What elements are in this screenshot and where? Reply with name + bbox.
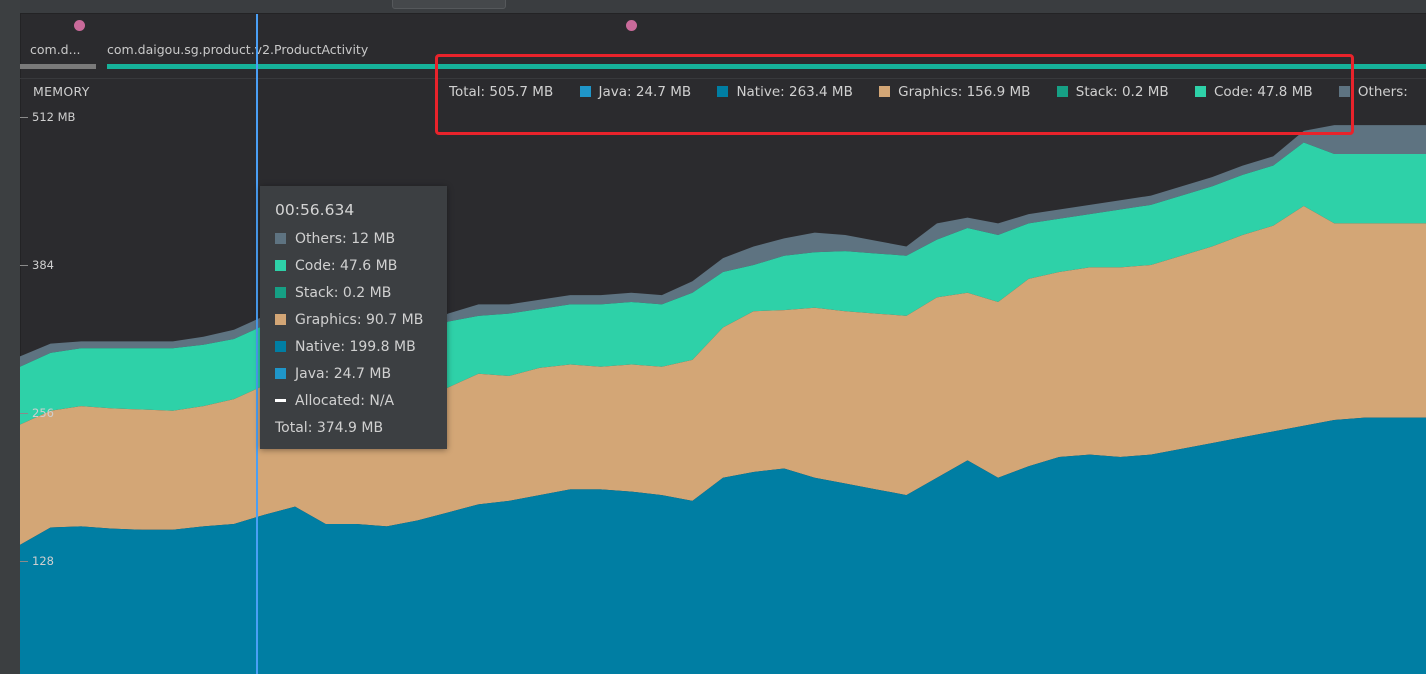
allocated-dash-icon <box>275 399 286 402</box>
tooltip-label: Java: 24.7 MB <box>295 366 392 382</box>
axis-label-128: 128 <box>32 554 54 568</box>
memory-tooltip: 00:56.634 Others: 12 MB Code: 47.6 MB St… <box>260 186 447 449</box>
time-cursor-line[interactable] <box>256 14 258 674</box>
tooltip-label: Graphics: 90.7 MB <box>295 312 424 328</box>
memory-title: MEMORY <box>33 84 90 99</box>
axis-tick <box>20 561 28 562</box>
tooltip-swatch <box>275 341 286 352</box>
tooltip-label: Others: 12 MB <box>295 231 396 247</box>
left-gutter <box>0 0 21 674</box>
axis-tick <box>20 265 28 266</box>
tooltip-label: Code: 47.6 MB <box>295 258 398 274</box>
axis-label-256: 256 <box>32 406 54 420</box>
tooltip-swatch <box>275 233 286 244</box>
tooltip-swatch <box>275 314 286 325</box>
tooltip-row-graphics: Graphics: 90.7 MB <box>275 312 423 328</box>
tooltip-swatch <box>275 260 286 271</box>
tooltip-row-others: Others: 12 MB <box>275 231 395 247</box>
axis-tick <box>20 117 28 118</box>
tooltip-row-allocated: Allocated: N/A <box>275 393 394 409</box>
highlight-annotation-box <box>435 54 1354 135</box>
tooltip-label: Allocated: N/A <box>295 393 395 409</box>
tooltip-swatch <box>275 368 286 379</box>
legend-label: Others: <box>1357 84 1408 100</box>
tooltip-row-native: Native: 199.8 MB <box>275 339 416 355</box>
tooltip-time: 00:56.634 <box>275 201 355 219</box>
tooltip-row-stack: Stack: 0.2 MB <box>275 285 391 301</box>
tooltip-total: Total: 374.9 MB <box>275 420 384 436</box>
tooltip-swatch <box>275 287 286 298</box>
tooltip-label: Stack: 0.2 MB <box>295 285 392 301</box>
tooltip-row-code: Code: 47.6 MB <box>275 258 397 274</box>
axis-label-512: 512 MB <box>32 110 76 124</box>
tooltip-label: Native: 199.8 MB <box>295 339 416 355</box>
axis-label-384: 384 <box>32 258 54 272</box>
tooltip-row-java: Java: 24.7 MB <box>275 366 391 382</box>
axis-tick <box>20 413 28 414</box>
